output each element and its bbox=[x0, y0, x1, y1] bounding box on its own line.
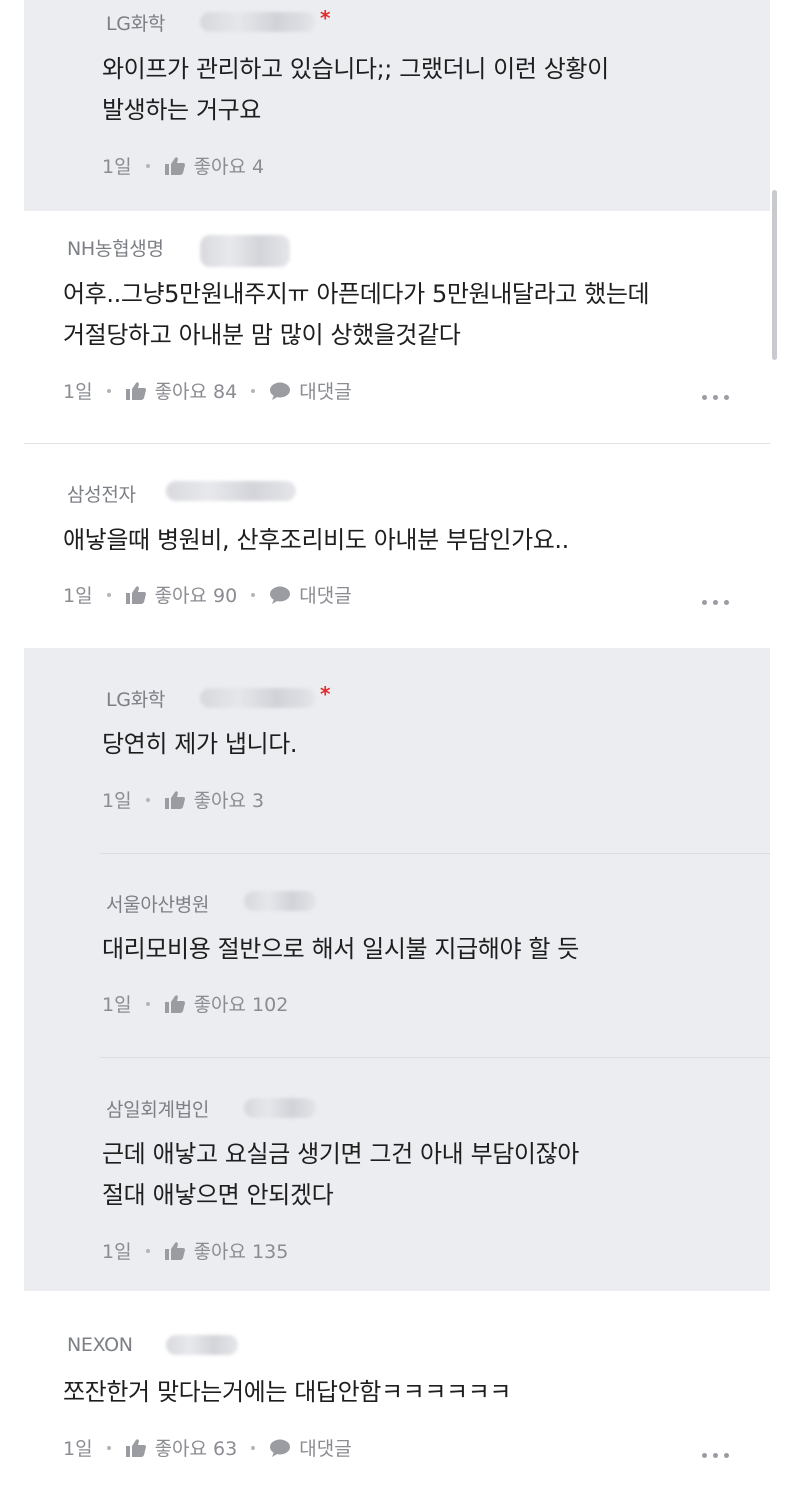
comment-meta: 1일 좋아요 84 대댓글 bbox=[63, 377, 352, 404]
author-star: * bbox=[320, 682, 331, 706]
separator-dot bbox=[251, 388, 256, 393]
like-button[interactable]: 좋아요 135 bbox=[164, 1237, 289, 1264]
thumbs-up-icon bbox=[125, 585, 146, 604]
comment-text: 와이프가 관리하고 있습니다;; 그랬더니 이런 상황이 bbox=[102, 55, 609, 83]
like-button[interactable]: 좋아요 4 bbox=[164, 152, 265, 179]
author-star: * bbox=[320, 6, 331, 30]
like-button[interactable]: 좋아요 102 bbox=[164, 990, 289, 1017]
blurred-username bbox=[244, 1098, 316, 1118]
comment-meta: 1일 좋아요 135 bbox=[102, 1237, 288, 1264]
comment-time: 1일 bbox=[102, 994, 132, 1016]
comment-meta: 1일 좋아요 3 bbox=[102, 786, 264, 813]
comment-time: 1일 bbox=[63, 381, 93, 403]
speech-bubble-icon bbox=[270, 1439, 291, 1457]
like-count: 좋아요 135 bbox=[193, 1241, 289, 1263]
separator-dot bbox=[251, 592, 256, 597]
divider bbox=[100, 1057, 770, 1058]
blurred-username bbox=[244, 891, 316, 911]
comment-text: 애낳을때 병원비, 산후조리비도 아내분 부담인가요.. bbox=[63, 526, 569, 554]
comment-meta: 1일 좋아요 63 대댓글 bbox=[63, 1434, 352, 1461]
more-dots-icon[interactable] bbox=[702, 395, 729, 400]
company-name: 삼성전자 bbox=[67, 484, 136, 506]
like-button[interactable]: 좋아요 90 bbox=[125, 581, 238, 608]
company-name: 서울아산병원 bbox=[106, 894, 210, 916]
blurred-username bbox=[166, 1335, 238, 1355]
comment-text: 근데 애낳고 요실금 생기면 그건 아내 부담이잖아 bbox=[102, 1140, 579, 1168]
comment-time: 1일 bbox=[102, 1241, 132, 1263]
comment-text: 발생하는 거구요 bbox=[102, 96, 261, 124]
comment-text: 당연히 제가 냅니다. bbox=[102, 730, 298, 758]
more-dots-icon[interactable] bbox=[702, 1453, 729, 1458]
comment-meta: 1일 좋아요 90 대댓글 bbox=[63, 581, 352, 608]
separator-dot bbox=[106, 592, 111, 597]
comment-time: 1일 bbox=[63, 1438, 93, 1460]
reply-button[interactable]: 대댓글 bbox=[269, 581, 352, 608]
separator-dot bbox=[145, 1248, 150, 1253]
like-count: 좋아요 90 bbox=[154, 585, 238, 607]
like-count: 좋아요 102 bbox=[193, 994, 289, 1016]
reply-label: 대댓글 bbox=[299, 585, 352, 607]
divider bbox=[100, 853, 770, 854]
comment-time: 1일 bbox=[102, 790, 132, 812]
separator-dot bbox=[145, 797, 150, 802]
comment-text: 거절당하고 아내분 맘 많이 상했을것같다 bbox=[63, 321, 461, 349]
speech-bubble-icon bbox=[270, 382, 291, 400]
like-count: 좋아요 3 bbox=[193, 790, 265, 812]
like-count: 좋아요 4 bbox=[193, 156, 265, 178]
divider bbox=[24, 443, 770, 444]
separator-dot bbox=[106, 1445, 111, 1450]
separator-dot bbox=[145, 163, 150, 168]
reply-button[interactable]: 대댓글 bbox=[269, 1434, 352, 1461]
blurred-username bbox=[166, 481, 296, 501]
blurred-username bbox=[200, 235, 290, 267]
like-button[interactable]: 좋아요 63 bbox=[125, 1434, 238, 1461]
company-name: 삼일회계법인 bbox=[106, 1099, 210, 1121]
comment-time: 1일 bbox=[63, 585, 93, 607]
like-button[interactable]: 좋아요 3 bbox=[164, 786, 265, 813]
comment-text: 대리모비용 절반으로 해서 일시불 지급해야 할 듯 bbox=[102, 935, 579, 963]
separator-dot bbox=[106, 388, 111, 393]
comment-meta: 1일 좋아요 4 bbox=[102, 152, 264, 179]
company-name: NH농협생명 bbox=[67, 238, 164, 260]
comment-text: 어후..그냥5만원내주지ㅠ 아픈데다가 5만원내달라고 했는데 bbox=[63, 280, 650, 308]
separator-dot bbox=[251, 1445, 256, 1450]
more-dots-icon[interactable] bbox=[702, 600, 729, 605]
thumbs-up-icon bbox=[125, 1438, 146, 1457]
thumbs-up-icon bbox=[125, 381, 146, 400]
thumbs-up-icon bbox=[164, 994, 185, 1013]
separator-dot bbox=[145, 1001, 150, 1006]
reply-button[interactable]: 대댓글 bbox=[269, 377, 352, 404]
scrollbar[interactable] bbox=[772, 190, 777, 360]
reply-label: 대댓글 bbox=[299, 381, 352, 403]
reply-label: 대댓글 bbox=[299, 1438, 352, 1460]
company-name: NEXON bbox=[67, 1334, 133, 1356]
comment-time: 1일 bbox=[102, 156, 132, 178]
comment-meta: 1일 좋아요 102 bbox=[102, 990, 288, 1017]
like-count: 좋아요 84 bbox=[154, 381, 238, 403]
like-count: 좋아요 63 bbox=[154, 1438, 238, 1460]
like-button[interactable]: 좋아요 84 bbox=[125, 377, 238, 404]
company-name: LG화학 bbox=[106, 689, 166, 711]
thumbs-up-icon bbox=[164, 790, 185, 809]
thumbs-up-icon bbox=[164, 1241, 185, 1260]
speech-bubble-icon bbox=[270, 586, 291, 604]
thumbs-up-icon bbox=[164, 156, 185, 175]
blurred-username bbox=[200, 688, 315, 708]
comment-text: 쪼잔한거 맞다는거에는 대답안함ㅋㅋㅋㅋㅋㅋ bbox=[63, 1378, 512, 1406]
company-name: LG화학 bbox=[106, 13, 166, 35]
comment-text: 절대 애낳으면 안되겠다 bbox=[102, 1181, 334, 1209]
blurred-username bbox=[200, 12, 315, 32]
